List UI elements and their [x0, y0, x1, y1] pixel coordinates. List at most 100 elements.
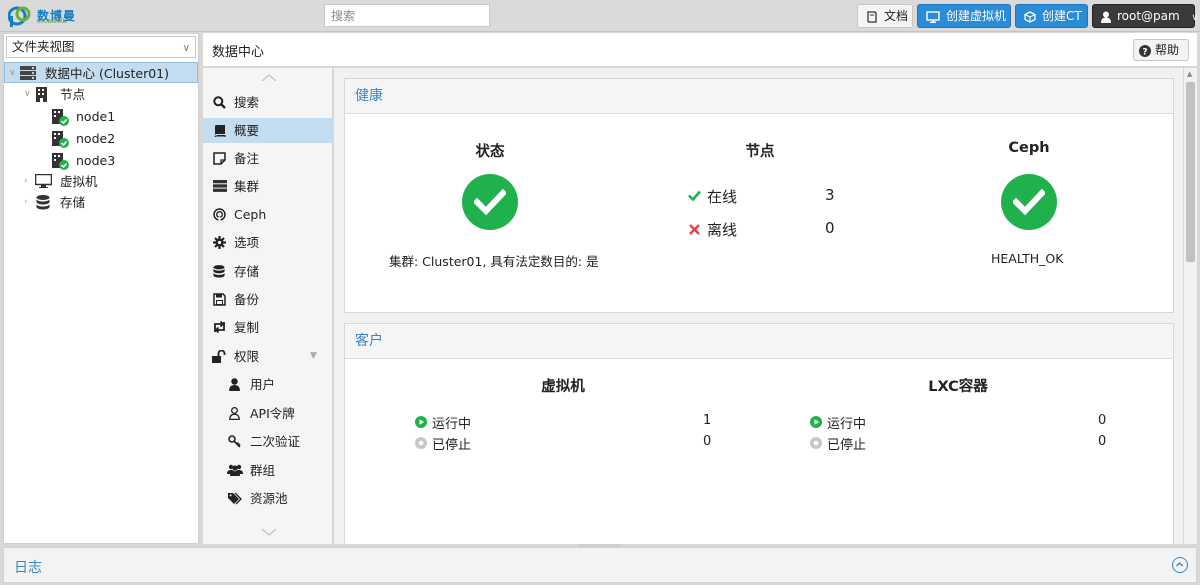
menu-item-label: 存储 [234, 264, 260, 279]
view-selector[interactable]: 文件夹视图 ∨ [6, 36, 196, 58]
tree-item-storage[interactable]: › 存储 [4, 192, 198, 213]
menu-item-ceph[interactable]: Ceph [203, 202, 333, 227]
create-ct-label: 创建CT [1042, 9, 1082, 23]
menu-subitem-users[interactable]: 用户 [203, 372, 333, 397]
summary-content: 健康 状态 集群: Cluster01, 具有法定数目的: 是 节点 在线 3 … [334, 68, 1183, 544]
stop-circle-icon [415, 437, 427, 449]
tree-item-node2[interactable]: node2 [4, 128, 198, 149]
menu-subitem-groups[interactable]: 群组 [203, 458, 333, 483]
vm-running-count: 1 [703, 413, 712, 428]
menu-item-label: 搜索 [234, 95, 260, 110]
tree-item-nodes[interactable]: ∨ 节点 [4, 84, 198, 105]
menu-item-label: 复制 [234, 320, 260, 335]
tree-item-node1[interactable]: node1 [4, 106, 198, 127]
online-count: 3 [825, 186, 835, 204]
menu-item-summary[interactable]: 概要 [203, 118, 333, 143]
menu-item-label: API令牌 [250, 406, 295, 421]
server-icon [213, 180, 227, 192]
tree-item-vms[interactable]: › 虚拟机 [4, 171, 198, 192]
panel-title: 健康 [345, 79, 1173, 114]
menu-item-options[interactable]: 选项 [203, 230, 333, 255]
collapse-arrow-icon[interactable]: ▼ [310, 344, 317, 369]
menu-item-backup[interactable]: 备份 [203, 287, 333, 312]
user-menu-button[interactable]: root@pam ∨ [1092, 4, 1198, 28]
menu-item-label: 二次验证 [250, 434, 301, 449]
scrollbar-thumb[interactable] [1186, 82, 1195, 262]
user-label: root@pam [1117, 9, 1180, 23]
menu-item-search[interactable]: 搜索 [203, 90, 333, 115]
offline-label: 离线 [707, 221, 738, 239]
menu-item-label: 备注 [234, 151, 260, 166]
menu-subitem-api-tokens[interactable]: API令牌 [203, 401, 333, 426]
resource-tree-panel: 文件夹视图 ∨ ∨ 数据中心 (Cluster01) ∨ 节点 node1 no… [3, 33, 199, 544]
menu-subitem-pools[interactable]: 资源池 [203, 486, 333, 511]
scroll-down-icon[interactable] [261, 528, 277, 536]
tags-icon [228, 492, 242, 505]
chevron-down-icon: ∨ [182, 43, 190, 54]
node-online-icon [52, 153, 69, 170]
gear-icon [213, 236, 226, 249]
collapse-icon[interactable]: ∨ [24, 84, 31, 105]
scroll-up-arrow-icon[interactable]: ▲ [1187, 70, 1192, 78]
building-icon [36, 87, 47, 102]
cube-icon [1024, 10, 1036, 23]
create-vm-label: 创建虚拟机 [946, 9, 1007, 23]
node-online-icon [52, 109, 69, 126]
log-panel: 日志 [3, 547, 1197, 583]
docs-button[interactable]: 文档 [857, 4, 913, 28]
offline-count: 0 [825, 219, 835, 237]
scroll-up-icon[interactable] [261, 74, 277, 82]
tree-item-label: node2 [76, 131, 116, 146]
node-online-icon [52, 131, 69, 148]
menu-item-cluster[interactable]: 集群 [203, 174, 333, 199]
tree-item-label: 虚拟机 [60, 174, 98, 189]
sticky-note-icon [213, 152, 226, 165]
play-circle-icon [810, 416, 822, 428]
menu-item-label: 资源池 [250, 491, 288, 506]
vm-stopped-label: 已停止 [432, 438, 472, 453]
menu-item-storage[interactable]: 存储 [203, 259, 333, 284]
online-label: 在线 [707, 188, 738, 206]
tree-item-node3[interactable]: node3 [4, 150, 198, 171]
breadcrumb: 数据中心 [212, 45, 265, 60]
logo[interactable]: 数博曼 SUOBOMAN [8, 4, 103, 28]
ceph-status-text: HEALTH_OK [991, 251, 1064, 266]
health-panel: 健康 状态 集群: Cluster01, 具有法定数目的: 是 节点 在线 3 … [344, 78, 1174, 313]
search-input[interactable] [324, 4, 490, 27]
lxc-stopped-count: 0 [1098, 434, 1107, 449]
expand-icon[interactable]: › [24, 192, 28, 213]
menu-item-permissions[interactable]: 权限 ▼ [203, 344, 333, 369]
cluster-status-text: 集群: Cluster01, 具有法定数目的: 是 [389, 254, 599, 269]
book-icon [867, 10, 877, 23]
create-vm-button[interactable]: 创建虚拟机 [917, 4, 1011, 28]
content-scrollbar[interactable]: ▲ [1184, 68, 1197, 544]
breadcrumb-bar: 数据中心 ? 帮助 [203, 33, 1197, 67]
help-button[interactable]: ? 帮助 [1133, 39, 1189, 61]
status-title: 状态 [475, 144, 505, 160]
tree-item-label: node3 [76, 153, 116, 168]
lxc-title: LXC容器 [928, 379, 988, 395]
docs-label: 文档 [884, 9, 909, 23]
nodes-title: 节点 [745, 144, 775, 160]
collapse-icon[interactable]: ∨ [9, 63, 16, 84]
menu-item-replication[interactable]: 复制 [203, 315, 333, 340]
tree-item-datacenter[interactable]: ∨ 数据中心 (Cluster01) [4, 62, 198, 83]
menu-item-notes[interactable]: 备注 [203, 146, 333, 171]
lxc-running-label: 运行中 [827, 417, 867, 432]
menu-subitem-tfa[interactable]: 二次验证 [203, 429, 333, 454]
monitor-icon [35, 174, 52, 188]
log-title: 日志 [14, 560, 42, 576]
monitor-icon [926, 10, 940, 23]
menu-item-label: 概要 [234, 123, 260, 138]
datacenter-menu: 搜索 概要 备注 集群 Ceph 选项 存储 备份 复制 权限 ▼ 用户 API… [203, 68, 333, 544]
user-icon [229, 378, 240, 391]
help-label: 帮助 [1155, 43, 1180, 57]
view-selector-value: 文件夹视图 [12, 39, 75, 54]
users-icon [227, 464, 243, 476]
vm-title: 虚拟机 [541, 379, 585, 395]
expand-log-button[interactable] [1172, 557, 1188, 573]
expand-icon[interactable]: › [24, 171, 28, 192]
create-ct-button[interactable]: 创建CT [1015, 4, 1088, 28]
server-rack-icon [20, 66, 36, 80]
database-icon [36, 195, 50, 210]
